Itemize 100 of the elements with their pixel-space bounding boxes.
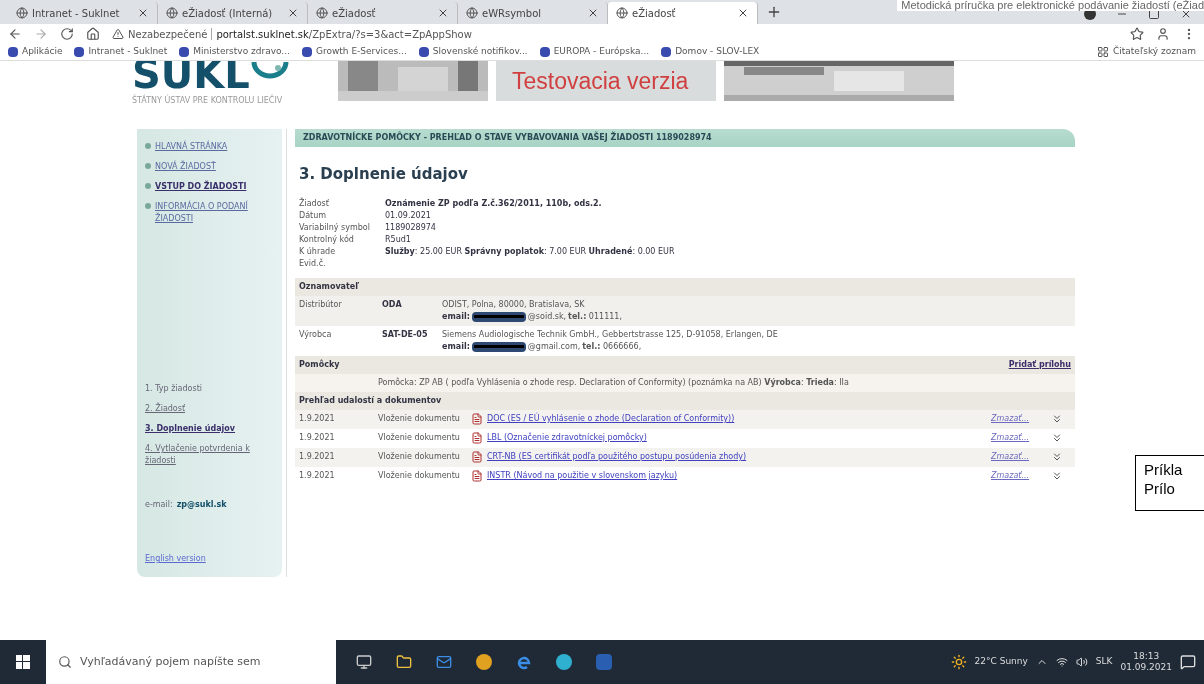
table-cell-text: ODA xyxy=(382,298,403,311)
email-domain: @gmail.com, xyxy=(527,340,581,353)
document-link[interactable]: DOC (ES / EÚ vyhlásenie o zhode (Declaration of Conformity)) xyxy=(487,413,991,425)
globe-icon xyxy=(166,7,178,19)
step-label: 1. Typ žiadosti xyxy=(145,383,203,395)
table-cell-text: Vloženie dokumentu xyxy=(378,432,461,444)
bookmark[interactable]: Growth E-Services... xyxy=(301,45,407,59)
device-text: Pomôcka: ZP AB ( podľa Vyhlásenia o zhode resp. Declaration of Conformity) (poznámka na AB) Výrobca: Trieda: IIa xyxy=(378,377,849,387)
reload-icon[interactable] xyxy=(60,27,74,41)
email-label: email: xyxy=(442,340,470,353)
task-view-icon[interactable] xyxy=(356,654,372,670)
delete-link[interactable]: Zmazať... xyxy=(991,413,1051,425)
delete-link[interactable]: Zmazať... xyxy=(991,432,1051,444)
pdf-icon xyxy=(471,451,483,463)
bullet-icon xyxy=(145,163,151,169)
table-cell-text: Vloženie dokumentu xyxy=(378,470,461,482)
address-text: ODIST, Polna, 80000, Bratislava, SK xyxy=(442,298,586,311)
close-icon[interactable] xyxy=(437,7,449,19)
search-field[interactable]: Vyhľadávaný pojem napíšte sem xyxy=(46,640,336,684)
close-icon[interactable] xyxy=(737,7,749,19)
menu-link[interactable]: HLAVNÁ STRÁNKA xyxy=(155,141,228,153)
step-link[interactable]: 3. Doplnenie údajov xyxy=(145,423,274,435)
table-cell-text: 1.9.2021 xyxy=(299,413,336,425)
field-value: Služby: 25.00 EUR Správny poplatok: 7.00 EUR Uhradené: 0.00 EUR xyxy=(385,245,675,258)
expand-icon[interactable] xyxy=(1051,413,1063,425)
language-indicator[interactable]: SLK xyxy=(1095,655,1113,669)
bookmark[interactable]: Domov - SLOV-LEX xyxy=(661,45,760,59)
folder-icon[interactable] xyxy=(396,654,412,670)
menu-link[interactable]: NOVÁ ŽIADOSŤ xyxy=(155,161,216,173)
expand-icon[interactable] xyxy=(1051,470,1063,482)
home-icon[interactable] xyxy=(86,27,100,41)
table-cell-text: 1.9.2021 xyxy=(299,432,336,444)
pdf-icon xyxy=(471,432,483,444)
close-icon[interactable] xyxy=(587,7,599,19)
english-version-link[interactable]: English version xyxy=(145,553,274,565)
document-link[interactable]: INSTR (Návod na použitie v slovenskom jazyku) xyxy=(487,470,991,482)
clock-time: 18:13 xyxy=(1133,651,1160,662)
bookmark[interactable]: Slovenské notifikov... xyxy=(418,45,528,59)
globe-icon xyxy=(616,7,628,19)
bookmark-favicon xyxy=(661,47,672,57)
reading-list[interactable]: Čitateľský zoznam xyxy=(1097,45,1196,59)
notifications-icon[interactable] xyxy=(1180,654,1196,670)
volume-icon[interactable] xyxy=(1075,656,1088,668)
expand-icon[interactable] xyxy=(1051,451,1063,463)
browser-tab[interactable]: eŽiadosť xyxy=(608,2,758,24)
bullet-icon xyxy=(145,203,151,209)
menu-link[interactable]: INFORMÁCIA O PODANÍ ŽIADOSTI xyxy=(155,201,274,225)
mail-icon[interactable] xyxy=(436,654,452,670)
bookmark[interactable]: EUROPA - Európska... xyxy=(539,45,650,59)
menu-link[interactable]: VSTUP DO ŽIADOSTI xyxy=(155,181,247,193)
clock-date: 01.09.2021 xyxy=(1120,662,1172,673)
back-icon[interactable] xyxy=(8,27,22,41)
weather-icon[interactable] xyxy=(950,654,967,670)
document-link[interactable]: LBL (Označenie zdravotníckej pomôcky) xyxy=(487,432,991,444)
expand-icon[interactable] xyxy=(1051,432,1063,444)
warning-icon xyxy=(112,28,124,40)
bookmark[interactable]: Ministerstvo zdravo... xyxy=(179,45,290,59)
document-link[interactable]: CRT-NB (ES certifikát podľa použitého postupu posúdenia zhody) xyxy=(487,451,991,463)
step-link[interactable]: 4. Vytlačenie potvrdenia k žiadosti xyxy=(145,443,274,467)
bookmark-favicon xyxy=(539,47,550,57)
callout-text: Príkla xyxy=(1144,460,1184,479)
delete-link[interactable]: Zmazať... xyxy=(991,451,1051,463)
add-attachment-link[interactable]: Pridať prílohu xyxy=(1008,358,1071,371)
field-label: Evid.č. xyxy=(299,257,327,270)
bookmark[interactable]: Intranet - Suklnet xyxy=(74,45,168,59)
table-cell-text: 1.9.2021 xyxy=(299,470,336,482)
field-value: Oznámenie ZP podľa Z.č.362/2011, 110b, ods.2. xyxy=(385,197,602,210)
weather-text[interactable]: 22°C Sunny xyxy=(974,655,1028,669)
search-icon xyxy=(58,655,72,669)
email-label: email: xyxy=(442,310,470,323)
edge-legacy-icon[interactable] xyxy=(516,654,532,670)
globe-icon xyxy=(316,7,328,19)
field-label: Kontrolný kód xyxy=(299,233,355,246)
step-link[interactable]: 2. Žiadosť xyxy=(145,403,274,415)
email-link[interactable]: zp@sukl.sk xyxy=(176,499,227,511)
pdf-icon xyxy=(471,413,483,425)
phone-text: tel.: 0666666, xyxy=(582,340,642,353)
maximize-icon[interactable] xyxy=(1148,8,1160,20)
address-text: Siemens Audiologische Technik GmbH., Gebbertstrasse 125, D-91058, Erlangen, DE xyxy=(442,328,778,341)
pdf-icon xyxy=(471,470,483,482)
bookmark[interactable]: Aplikácie xyxy=(8,45,63,59)
windows-start-icon[interactable] xyxy=(16,655,30,669)
field-value: 01.09.2021 xyxy=(385,209,431,222)
section-title: Prehľad udalostí a dokumentov xyxy=(299,394,442,407)
logo-tagline: ŠTÁTNY ÚSTAV PRE KONTROLU LIEČIV xyxy=(132,95,284,107)
close-icon[interactable] xyxy=(137,7,149,19)
test-version-banner: Testovacia verzia xyxy=(496,61,716,101)
field-value: R5ud1 xyxy=(385,233,411,246)
new-tab-icon[interactable] xyxy=(766,4,782,20)
field-label: K úhrade xyxy=(299,245,337,258)
email-domain: @soid.sk, xyxy=(527,310,567,323)
network-icon[interactable] xyxy=(1055,656,1068,668)
section-title: Pomôcky xyxy=(299,358,341,371)
redaction-bar xyxy=(471,341,526,352)
close-icon[interactable] xyxy=(287,7,299,19)
document-header: Metodická príručka pre elektronické podávanie žiadostí (eŽiad xyxy=(897,0,1204,11)
delete-link[interactable]: Zmazať... xyxy=(991,470,1051,482)
table-cell-text: Vloženie dokumentu xyxy=(378,413,461,425)
url-text: portalst.suklnet.sk/ZpExtra/?s=3&act=ZpAppShow xyxy=(216,27,472,42)
bookmark-star-icon[interactable] xyxy=(1130,27,1144,41)
